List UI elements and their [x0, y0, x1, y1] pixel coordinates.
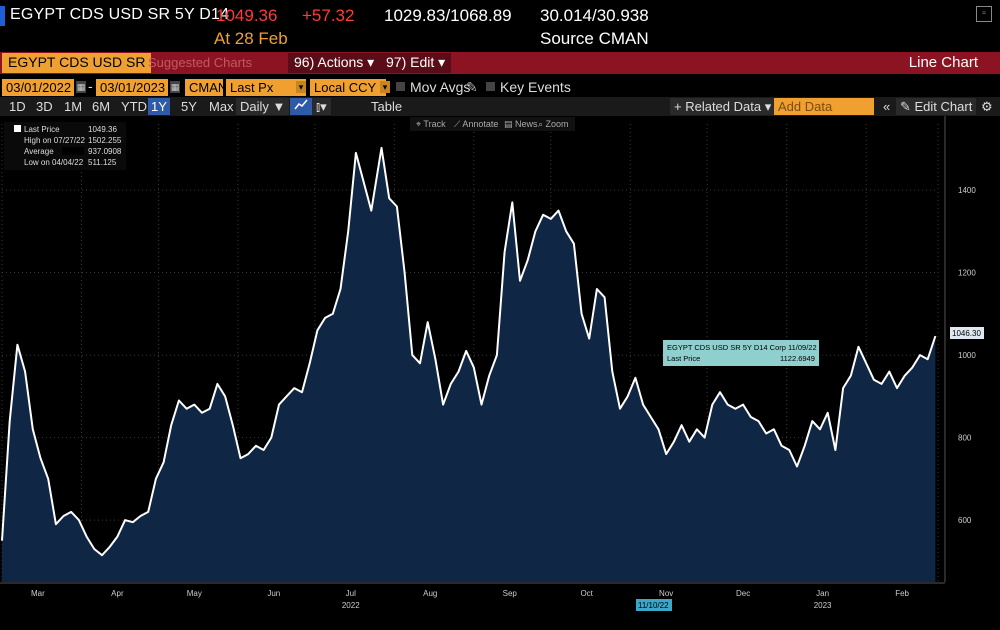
- key-events-label: Key Events: [500, 79, 571, 95]
- table-view-button[interactable]: Table: [368, 98, 405, 115]
- as-of-date: At 28 Feb: [214, 29, 288, 48]
- key-events-checkbox[interactable]: [486, 82, 495, 91]
- period-5y[interactable]: 5Y: [178, 98, 200, 115]
- period-1m[interactable]: 1M: [61, 98, 85, 115]
- chart-type-title: Line Chart: [908, 54, 978, 71]
- legend-label-low: Low on 04/04/22: [24, 158, 84, 167]
- price-change: +57.32: [302, 6, 355, 25]
- legend-value-last: 1049.36: [88, 125, 117, 134]
- end-date-field[interactable]: 03/01/2023: [96, 79, 168, 96]
- currency-dropdown-icon[interactable]: ▾: [380, 81, 390, 93]
- mov-avgs-edit-icon[interactable]: ✎: [466, 79, 478, 96]
- last-value-tag-text: 1046.30: [952, 329, 981, 338]
- range-values: 30.014/30.938: [540, 6, 649, 25]
- x-tick-label: Jul: [346, 589, 356, 598]
- x-tick-label: May: [187, 589, 202, 598]
- security-name[interactable]: EGYPT CDS USD SR 5Y D14: [10, 6, 229, 24]
- zoom-tool[interactable]: ⌕ Zoom: [538, 119, 569, 129]
- x-year-label: 2022: [342, 601, 360, 610]
- mov-avgs-label: Mov Avgs: [410, 79, 471, 95]
- date-separator: -: [88, 78, 93, 94]
- x-tick-label: Mar: [31, 589, 45, 598]
- legend-value-avg: 937.0908: [88, 147, 122, 156]
- crosshair-tooltip: EGYPT CDS USD SR 5Y D14 Corp 11/09/22 La…: [663, 340, 819, 366]
- crosshair-date-tag: 11/10/22: [636, 599, 672, 611]
- price-source: Source CMAN: [540, 29, 649, 48]
- security-field[interactable]: EGYPT CDS USD SR: [2, 53, 152, 73]
- price-field-dropdown-icon[interactable]: ▾: [296, 81, 306, 93]
- x-tick-label: Aug: [423, 589, 437, 598]
- annotate-tool[interactable]: ⟋ Annotate: [454, 119, 498, 129]
- calendar-start-icon[interactable]: ▦: [76, 81, 86, 93]
- edit-menu[interactable]: 97) Edit ▾: [380, 53, 452, 73]
- x-tick-label: Oct: [580, 589, 593, 598]
- period-3d[interactable]: 3D: [33, 98, 56, 115]
- window-restore-icon[interactable]: ▫: [976, 6, 992, 22]
- chart-tools: ⌖ Track ⟋ Annotate ▤ News ⌕ Zoom: [410, 117, 575, 131]
- y-tick-label: 800: [958, 434, 972, 443]
- period-1d[interactable]: 1D: [6, 98, 29, 115]
- x-tick-label: Sep: [503, 589, 518, 598]
- suggested-charts-label: Suggested Charts: [148, 55, 253, 70]
- x-tick-label: Dec: [736, 589, 750, 598]
- last-price: 1049.36: [216, 6, 278, 25]
- x-tick-label: Apr: [111, 589, 124, 598]
- calendar-end-icon[interactable]: ▦: [170, 81, 180, 93]
- edit-chart-button[interactable]: ✎ Edit Chart: [896, 98, 977, 115]
- parameter-bar: 03/01/2022 ▦ - 03/01/2023 ▦ CMAN Last Px…: [0, 77, 1000, 97]
- period-max[interactable]: Max: [206, 98, 237, 115]
- add-data-input[interactable]: Add Data: [774, 98, 874, 115]
- legend-swatch: [14, 125, 21, 132]
- bar-chart-icon[interactable]: ⫾▾: [312, 98, 331, 115]
- security-marker: [0, 6, 5, 26]
- x-tick-label: Nov: [659, 589, 673, 598]
- chart-toolbar: 1D 3D 1M 6M YTD 1Y 5Y Max Daily ▼ ⫾▾ Tab…: [0, 97, 1000, 116]
- x-tick-label: Jan: [816, 589, 829, 598]
- legend-label-high: High on 07/27/22: [24, 136, 85, 145]
- x-tick-label: Feb: [895, 589, 909, 598]
- last-value-tag: 1046.30: [950, 327, 984, 339]
- currency-select[interactable]: Local CCY: [310, 79, 386, 96]
- legend-value-high: 1502.255: [88, 136, 122, 145]
- legend-label-last: Last Price: [24, 125, 60, 134]
- tooltip-label: Last Price: [667, 354, 700, 363]
- tooltip-value: 1122.6949: [780, 354, 815, 363]
- x-year-label: 2023: [814, 601, 832, 610]
- price-chart[interactable]: 600 800 1000 1200 1400 Mar Apr May Jun Jul Aug Sep…: [0, 116, 1000, 625]
- collapse-icon[interactable]: «: [880, 98, 893, 115]
- y-tick-label: 1000: [958, 351, 976, 360]
- start-date-field[interactable]: 03/01/2022: [2, 79, 74, 96]
- y-tick-label: 600: [958, 516, 972, 525]
- chart-legend: Last Price 1049.36 High on 07/27/22 1502…: [4, 122, 126, 170]
- x-tick-label: Jun: [267, 589, 280, 598]
- line-chart-glyph: [294, 99, 308, 110]
- security-header: EGYPT CDS USD SR 5Y D14 1049.36 +57.32 1…: [0, 0, 1000, 52]
- legend-label-avg: Average: [24, 147, 54, 156]
- y-tick-label: 1400: [958, 186, 976, 195]
- y-tick-label: 1200: [958, 269, 976, 278]
- suggested-charts-menu[interactable]: Suggested Charts: [148, 55, 252, 70]
- news-tool[interactable]: ▤ News: [504, 119, 538, 129]
- pricing-source-field[interactable]: CMAN: [185, 79, 227, 96]
- related-data-button[interactable]: + Related Data ▾: [670, 98, 776, 115]
- actions-menu[interactable]: 96) Actions ▾: [288, 53, 381, 73]
- mov-avgs-checkbox[interactable]: [396, 82, 405, 91]
- line-chart-icon[interactable]: [290, 98, 312, 115]
- period-1y[interactable]: 1Y: [148, 98, 170, 115]
- price-field-select[interactable]: Last Px: [226, 79, 306, 96]
- tooltip-title: EGYPT CDS USD SR 5Y D14 Corp 11/09/22: [667, 343, 817, 352]
- chart-area[interactable]: 600 800 1000 1200 1400 Mar Apr May Jun Jul Aug Sep…: [0, 116, 1000, 625]
- settings-gear-icon[interactable]: ⚙: [978, 98, 996, 115]
- function-menubar: EGYPT CDS USD SR Suggested Charts 96) Ac…: [0, 52, 1000, 74]
- crosshair-date-text: 11/10/22: [638, 601, 669, 610]
- bid-ask: 1029.83/1068.89: [384, 6, 512, 25]
- frequency-select[interactable]: Daily ▼: [236, 98, 290, 115]
- track-tool[interactable]: ⌖ Track: [416, 119, 446, 129]
- period-6m[interactable]: 6M: [89, 98, 113, 115]
- legend-average-swatch: [62, 147, 84, 155]
- legend-value-low: 511.125: [88, 158, 117, 167]
- period-ytd[interactable]: YTD: [118, 98, 150, 115]
